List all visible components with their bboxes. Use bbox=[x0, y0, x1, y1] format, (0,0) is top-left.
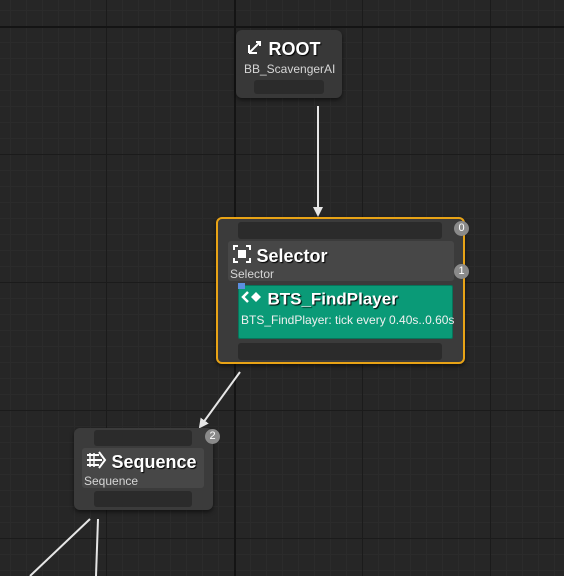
sequence-icon bbox=[85, 451, 107, 474]
root-icon bbox=[246, 38, 264, 61]
selector-title: Selector bbox=[256, 246, 328, 266]
sequence-subtitle: Sequence bbox=[84, 474, 139, 488]
selector-output-pin[interactable] bbox=[238, 343, 442, 360]
service-description: BTS_FindPlayer: tick every 0.40s..0.60s bbox=[241, 313, 455, 327]
selector-subtitle: Selector bbox=[230, 267, 275, 281]
wire-sequence-child-1 bbox=[29, 518, 91, 576]
sequence-input-pin[interactable] bbox=[94, 430, 192, 446]
root-title: ROOT bbox=[268, 39, 321, 59]
sequence-node[interactable]: Sequence Sequence bbox=[74, 428, 213, 510]
sequence-output-pin[interactable] bbox=[94, 491, 192, 507]
execution-order-badge: 0 bbox=[454, 221, 469, 236]
selector-input-pin[interactable] bbox=[238, 222, 442, 239]
service-node[interactable]: BTS_FindPlayer BTS_FindPlayer: tick ever… bbox=[238, 285, 455, 339]
selector-icon bbox=[232, 244, 252, 269]
root-node[interactable]: ROOT BB_ScavengerAI bbox=[236, 30, 342, 98]
execution-order-badge: 1 bbox=[454, 264, 469, 279]
grid-major-line bbox=[0, 26, 564, 28]
root-subtitle: BB_ScavengerAI bbox=[244, 62, 336, 76]
selector-header: Selector Selector bbox=[228, 241, 454, 281]
execution-order-badge: 2 bbox=[205, 429, 220, 444]
root-output-pin[interactable] bbox=[254, 80, 324, 94]
sequence-header: Sequence Sequence bbox=[82, 448, 204, 488]
selector-node[interactable]: Selector Selector BTS_FindPlayer BTS_Fin… bbox=[216, 217, 465, 364]
sequence-title: Sequence bbox=[111, 452, 197, 472]
service-icon bbox=[241, 289, 263, 310]
wire-sequence-child-2 bbox=[95, 518, 99, 576]
service-marker bbox=[238, 283, 245, 289]
service-title: BTS_FindPlayer bbox=[267, 289, 398, 309]
